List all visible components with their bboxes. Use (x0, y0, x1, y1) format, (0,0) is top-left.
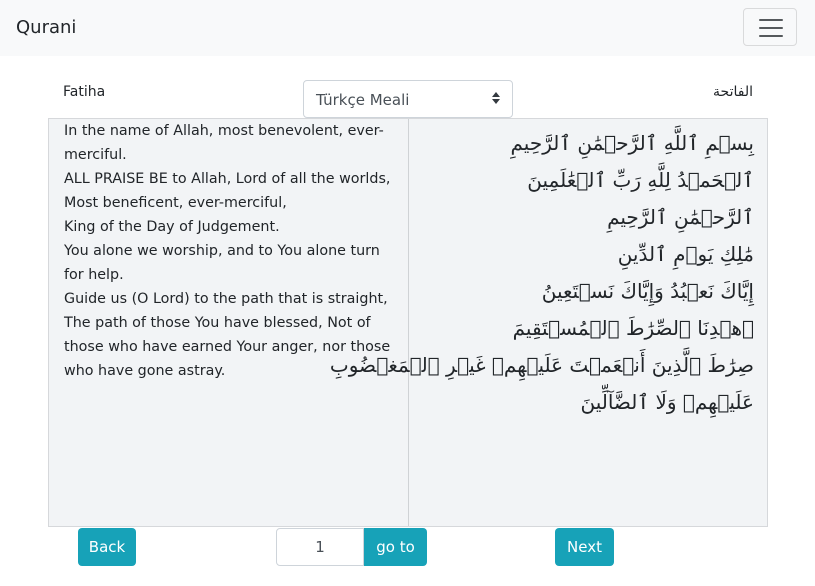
select-caret-icon (492, 92, 500, 104)
hamburger-menu-icon (759, 27, 783, 29)
translation-text: In the name of Allah, most benevolent, e… (64, 119, 394, 383)
go-to-button[interactable]: go to (364, 528, 427, 566)
arabic-verse: صِرَٰطَ ٱلَّذِينَ أَنۡعَمۡتَ عَلَيۡهِمۡ … (329, 353, 754, 377)
surah-name-latin: Fatiha (63, 84, 106, 100)
app-brand[interactable]: Qurani (16, 17, 76, 38)
translation-verse: Most beneficent, ever-merciful, (64, 195, 287, 211)
panel-divider (408, 119, 409, 526)
back-button[interactable]: Back (78, 528, 136, 566)
arabic-verse: ٱلرَّحۡمَٰنِ ٱلرَّحِيمِ (607, 205, 754, 229)
translation-verse: In the name of Allah, most benevolent, e… (64, 123, 384, 163)
arabic-text: بِسۡمِ ٱللَّهِ ٱلرَّحۡمَٰنِ ٱلرَّحِيمِ ٱ… (329, 125, 754, 421)
arabic-verse: بِسۡمِ ٱللَّهِ ٱلرَّحۡمَٰنِ ٱلرَّحِيمِ (510, 131, 754, 155)
hamburger-menu-icon (759, 35, 783, 37)
arabic-verse: إِيَّاكَ نَعۡبُدُ وَإِيَّاكَ نَسۡتَعِينُ (541, 279, 754, 303)
navbar: Qurani (0, 0, 815, 56)
arabic-verse: ٱلۡحَمۡدُ لِلَّهِ رَبِّ ٱلۡعَٰلَمِينَ (527, 168, 754, 192)
translation-verse: King of the Day of Judgement. (64, 219, 280, 235)
translation-select[interactable]: Türkçe Meali (303, 80, 513, 118)
hamburger-menu-icon (759, 19, 783, 21)
reading-panel: In the name of Allah, most benevolent, e… (48, 118, 768, 527)
translation-verse: Guide us (O Lord) to the path that is st… (64, 291, 388, 307)
arabic-verse: عَلَيۡهِمۡ وَلَا ٱلضَّآلِّينَ (580, 390, 754, 414)
translation-verse: ALL PRAISE BE to Allah, Lord of all the … (64, 171, 391, 187)
arabic-verse: مَٰلِكِ يَوۡمِ ٱلدِّينِ (617, 242, 754, 266)
menu-toggle-button[interactable] (743, 8, 797, 46)
translation-select-value: Türkçe Meali (316, 91, 410, 109)
translation-verse: You alone we worship, and to You alone t… (64, 243, 380, 283)
page-number-input[interactable]: 1 (276, 528, 364, 566)
arabic-verse: ٱهۡدِنَا ٱلصِّرَٰطَ ٱلۡمُسۡتَقِيمَ (512, 316, 754, 340)
next-button[interactable]: Next (555, 528, 614, 566)
surah-name-arabic: الفاتحة (713, 84, 753, 100)
